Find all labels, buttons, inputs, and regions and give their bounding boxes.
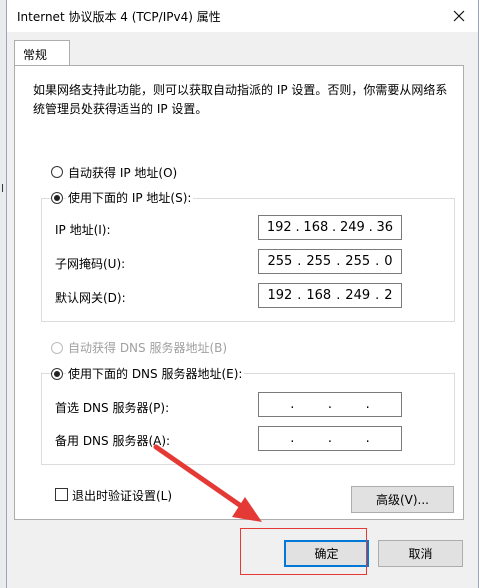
red-arrow-annotation <box>153 444 262 522</box>
